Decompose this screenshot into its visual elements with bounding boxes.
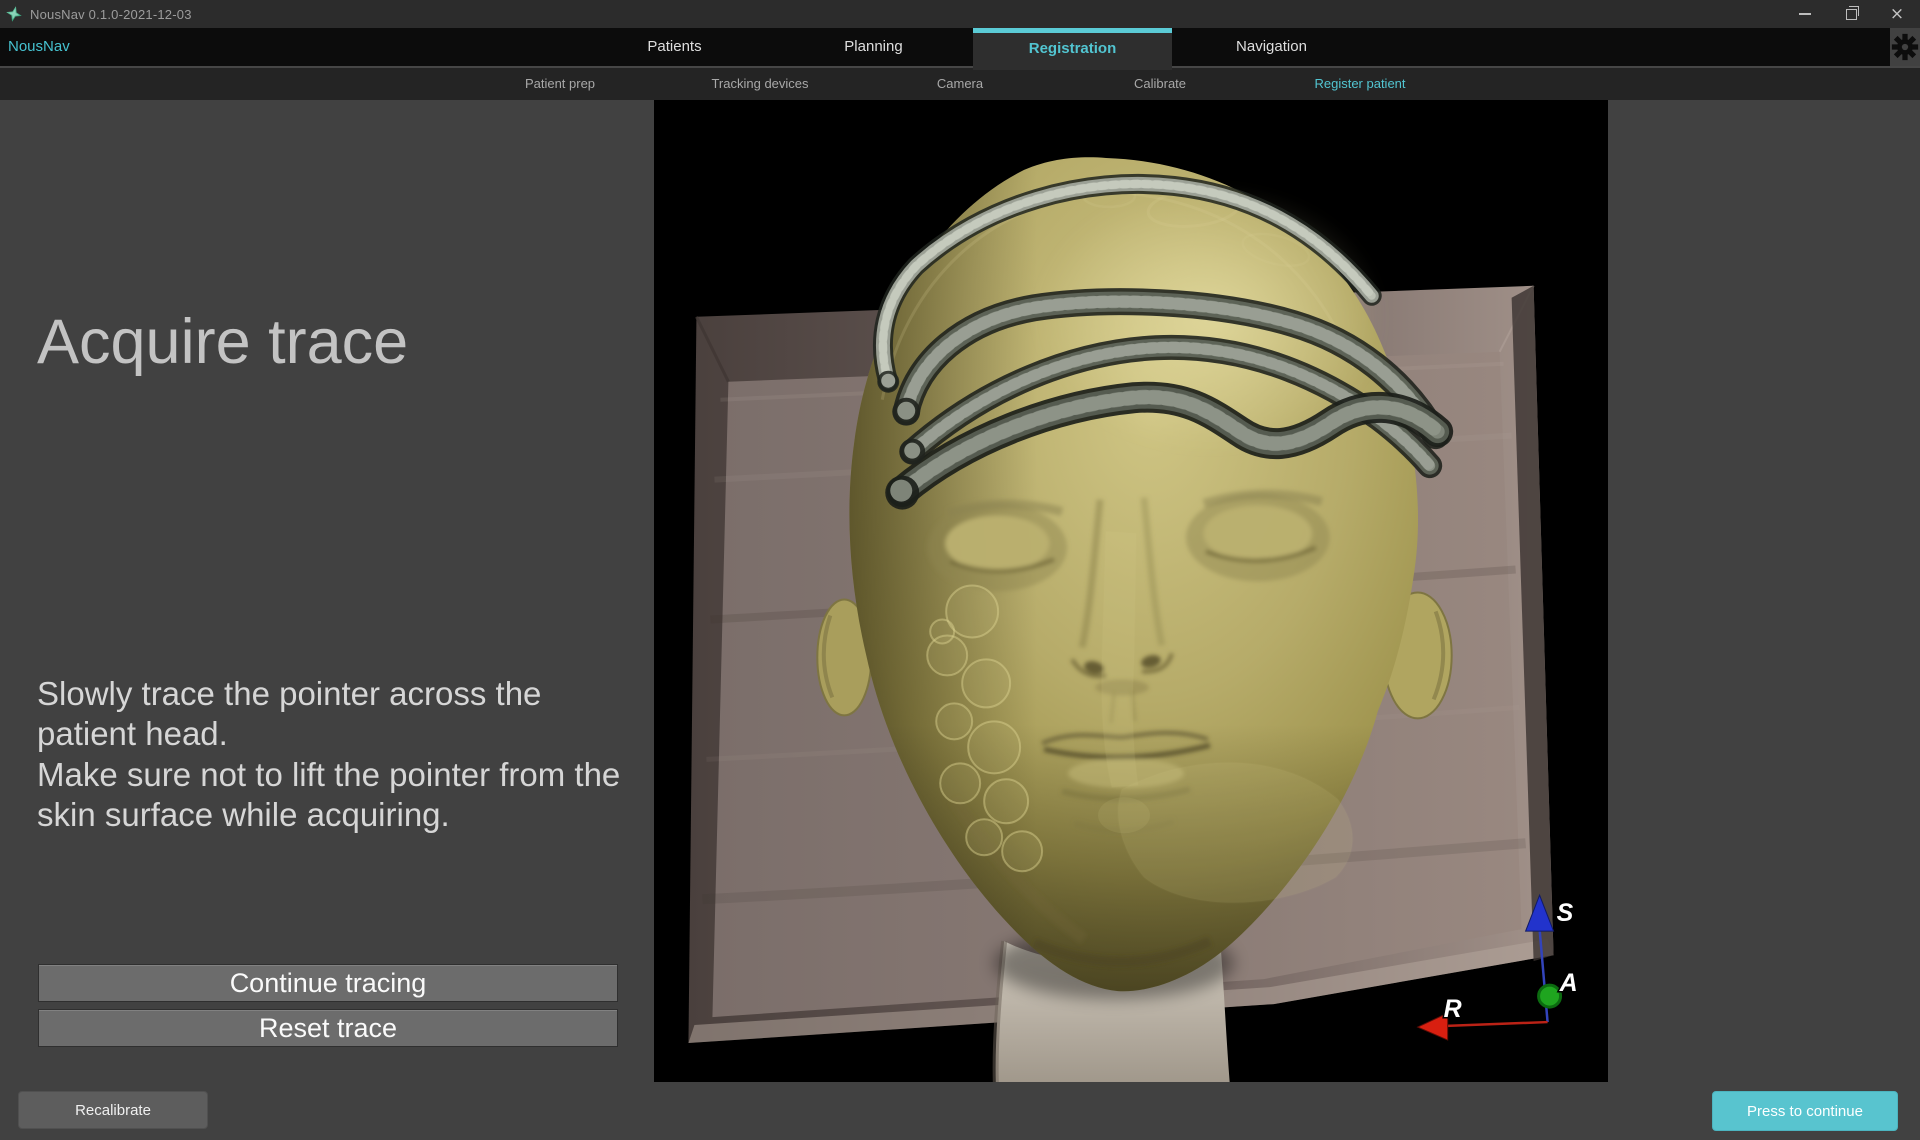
reset-trace-button[interactable]: Reset trace: [38, 1009, 618, 1047]
brand-label: NousNav: [8, 28, 70, 66]
trace-actions: Continue tracing Reset trace: [38, 964, 618, 1054]
continue-tracing-button[interactable]: Continue tracing: [38, 964, 618, 1002]
footer-bar: Recalibrate Press to continue: [0, 1082, 1920, 1140]
axis-label-anterior: A: [1559, 969, 1578, 997]
3d-viewport[interactable]: S A R: [654, 100, 1608, 1082]
title-bar: NousNav 0.1.0-2021-12-03 ×: [0, 0, 1920, 28]
main-content: Acquire trace Slowly trace the pointer a…: [0, 100, 1920, 1082]
settings-button[interactable]: [1890, 28, 1920, 66]
tab-registration[interactable]: Registration: [973, 28, 1172, 70]
instruction-line-2: Make sure not to lift the pointer from t…: [37, 755, 637, 836]
gear-icon: [1891, 33, 1919, 61]
step-calibrate[interactable]: Calibrate: [1060, 68, 1260, 100]
head-model-scene: S A R: [654, 100, 1608, 1082]
press-to-continue-button[interactable]: Press to continue: [1712, 1091, 1898, 1131]
recalibrate-button[interactable]: Recalibrate: [18, 1091, 208, 1129]
registration-steps-bar: Patient prep Tracking devices Camera Cal…: [0, 68, 1920, 100]
page-title: Acquire trace: [37, 306, 408, 378]
axis-label-right: R: [1444, 995, 1462, 1023]
close-icon: ×: [1890, 6, 1904, 23]
step-camera[interactable]: Camera: [860, 68, 1060, 100]
restore-icon: [1846, 9, 1857, 20]
minimize-button[interactable]: [1782, 0, 1828, 28]
main-tabs: Patients Planning Registration Navigatio…: [575, 28, 1371, 68]
tab-patients[interactable]: Patients: [575, 28, 774, 66]
app-logo-icon: [6, 6, 22, 22]
window-controls: ×: [1782, 0, 1920, 28]
main-nav-bar: NousNav Patients Planning Registration N…: [0, 28, 1920, 68]
step-patient-prep[interactable]: Patient prep: [460, 68, 660, 100]
instructions-text: Slowly trace the pointer across the pati…: [37, 674, 637, 835]
instruction-line-1: Slowly trace the pointer across the pati…: [37, 674, 637, 755]
close-button[interactable]: ×: [1874, 0, 1920, 28]
tab-navigation[interactable]: Navigation: [1172, 28, 1371, 66]
nousnav-window: NousNav 0.1.0-2021-12-03 × NousNav Patie…: [0, 0, 1920, 1140]
tab-planning[interactable]: Planning: [774, 28, 973, 66]
registration-steps: Patient prep Tracking devices Camera Cal…: [460, 68, 1460, 100]
window-title: NousNav 0.1.0-2021-12-03: [30, 7, 192, 22]
axis-label-superior: S: [1557, 899, 1574, 927]
axis-anterior-sphere-icon: [1539, 985, 1561, 1007]
step-tracking-devices[interactable]: Tracking devices: [660, 68, 860, 100]
minimize-icon: [1799, 13, 1811, 15]
restore-button[interactable]: [1828, 0, 1874, 28]
step-register-patient[interactable]: Register patient: [1260, 68, 1460, 100]
